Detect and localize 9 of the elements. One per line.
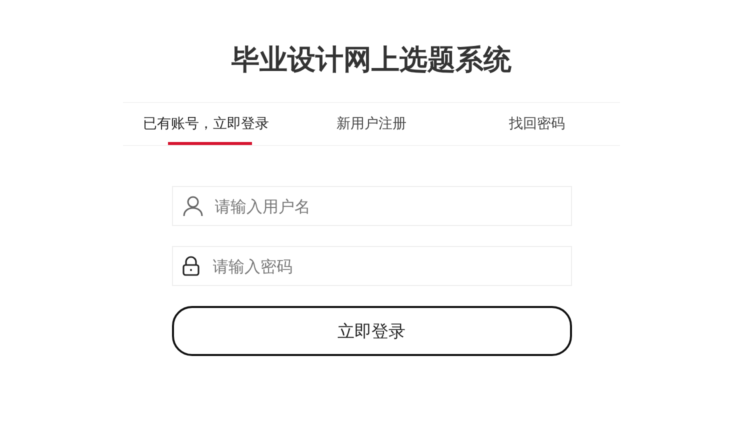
login-button[interactable]: 立即登录 xyxy=(172,306,572,356)
tab[interactable]: 新用户注册 xyxy=(288,103,454,145)
tab[interactable]: 找回密码 xyxy=(454,103,620,145)
user-icon xyxy=(182,195,204,217)
username-field[interactable]: 请输入用户名 xyxy=(172,186,572,226)
tab[interactable]: 已有账号，立即登录 xyxy=(123,103,289,145)
page-title: 毕业设计网上选题系统 xyxy=(232,42,512,78)
lock-icon xyxy=(182,256,200,276)
password-field[interactable]: 请输入密码 xyxy=(172,246,572,286)
